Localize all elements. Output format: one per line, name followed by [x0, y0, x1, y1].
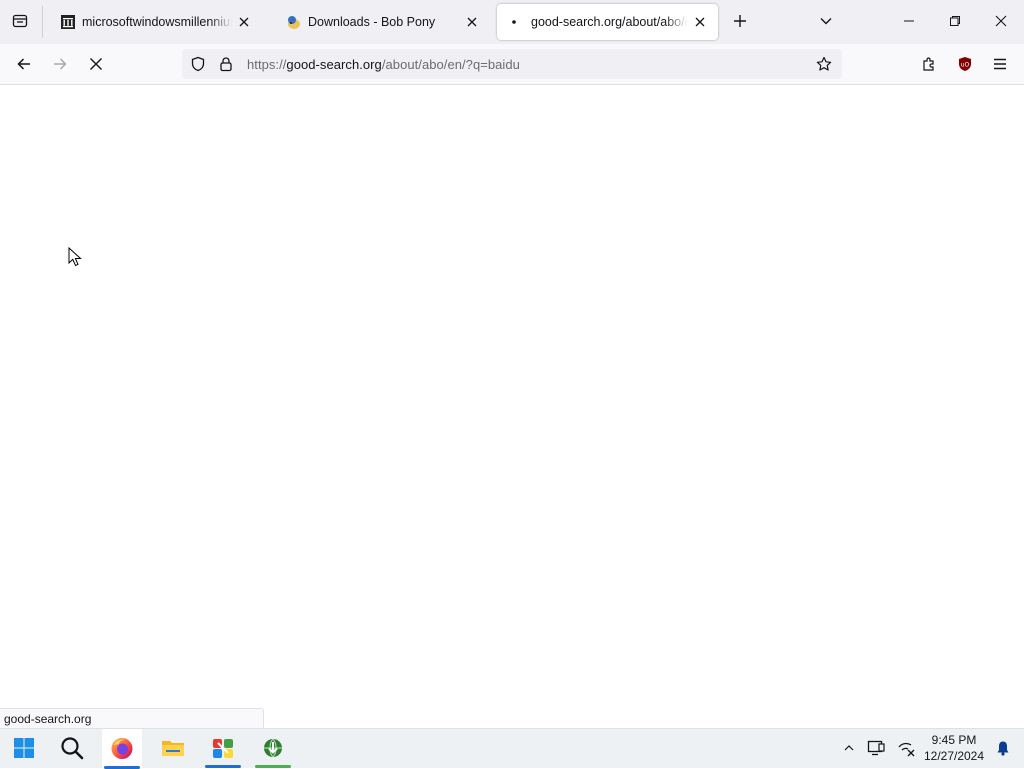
- tab-title: good-search.org/about/abo/en: [531, 15, 688, 29]
- notifications-button[interactable]: [992, 729, 1014, 769]
- tab-good-search[interactable]: good-search.org/about/abo/en: [497, 4, 718, 40]
- address-bar[interactable]: https://good-search.org/about/abo/en/?q=…: [182, 49, 842, 79]
- archive-building-icon: [60, 14, 76, 30]
- close-tab-icon[interactable]: [690, 12, 710, 32]
- taskbar-firefox[interactable]: [102, 729, 142, 769]
- list-all-tabs-button[interactable]: [812, 8, 840, 36]
- firefox-icon: [110, 736, 134, 763]
- ublock-origin-button[interactable]: uO: [950, 50, 980, 80]
- status-bar-url: good-search.org: [0, 708, 264, 728]
- firefox-view-icon: [12, 13, 28, 32]
- extensions-button[interactable]: [914, 50, 944, 80]
- page-content: [0, 86, 1024, 728]
- back-button[interactable]: [9, 50, 39, 80]
- tray-network-button[interactable]: [894, 729, 918, 769]
- minimize-button[interactable]: [886, 0, 932, 44]
- windows-taskbar: 9:45 PM 12/27/2024: [0, 728, 1024, 769]
- restore-button[interactable]: [932, 0, 978, 44]
- bookmark-star-icon[interactable]: [812, 52, 836, 76]
- monitor-icon: [867, 739, 885, 760]
- hamburger-menu-icon: [992, 56, 1008, 75]
- taskbar-app-5[interactable]: [253, 729, 293, 769]
- url-scheme: https://: [247, 56, 287, 72]
- new-tab-button[interactable]: [726, 8, 754, 36]
- tab-archive[interactable]: microsoftwindowsmillenniumb: [48, 4, 262, 40]
- bell-icon: [995, 740, 1011, 759]
- folder-icon: [161, 737, 185, 762]
- tab-separator: [42, 6, 43, 38]
- taskbar-clock[interactable]: 9:45 PM 12/27/2024: [920, 732, 988, 764]
- show-hidden-icons-button[interactable]: [838, 729, 860, 769]
- close-window-button[interactable]: [978, 0, 1024, 44]
- tab-strip: microsoftwindowsmillenniumb Downloads - …: [0, 0, 1024, 44]
- arrow-right-icon: [52, 56, 68, 75]
- loading-dot-icon: [509, 14, 525, 30]
- tab-title: Downloads - Bob Pony: [308, 15, 436, 29]
- arrow-left-icon: [16, 56, 32, 75]
- search-icon: [60, 736, 84, 763]
- stop-icon: [89, 57, 103, 74]
- url-text[interactable]: https://good-search.org/about/abo/en/?q=…: [247, 57, 520, 72]
- forward-button[interactable]: [45, 50, 75, 80]
- app-menu-button[interactable]: [985, 50, 1015, 80]
- mouse-cursor-icon: [68, 246, 82, 267]
- lock-icon[interactable]: [214, 52, 238, 76]
- tracking-protection-shield-icon[interactable]: [186, 52, 210, 76]
- close-tab-icon[interactable]: [462, 12, 482, 32]
- network-disconnected-icon: [897, 739, 915, 760]
- svg-text:uO: uO: [961, 61, 970, 68]
- puzzle-piece-icon: [921, 56, 937, 75]
- plus-icon: [733, 14, 747, 31]
- pony-icon: [286, 14, 302, 30]
- firefox-view-button[interactable]: [6, 8, 34, 36]
- close-icon: [995, 15, 1007, 30]
- url-path: /about/abo/en/?q=baidu: [381, 56, 520, 72]
- clock-time: 9:45 PM: [931, 733, 977, 747]
- tray-display-icon-button[interactable]: [864, 729, 888, 769]
- taskbar-file-explorer[interactable]: [153, 729, 193, 769]
- start-button[interactable]: [4, 729, 44, 769]
- app-tiles-icon: [211, 736, 235, 763]
- tab-downloads[interactable]: Downloads - Bob Pony: [274, 4, 490, 40]
- ublock-shield-icon: uO: [957, 56, 973, 75]
- stop-button[interactable]: [81, 50, 111, 80]
- url-domain: good-search.org: [286, 56, 382, 72]
- chevron-up-icon: [843, 742, 855, 757]
- close-tab-icon[interactable]: [234, 12, 254, 32]
- navigation-toolbar: https://good-search.org/about/abo/en/?q=…: [0, 44, 1024, 85]
- chevron-down-icon: [819, 14, 833, 31]
- tab-title: microsoftwindowsmillenniumb: [82, 15, 232, 29]
- restore-icon: [949, 15, 961, 30]
- windows-logo-icon: [13, 737, 35, 762]
- clock-date: 12/27/2024: [923, 749, 985, 763]
- taskbar-app-4[interactable]: [203, 729, 243, 769]
- minimize-icon: [903, 15, 915, 30]
- download-manager-globe-icon: [261, 736, 285, 763]
- taskbar-search-button[interactable]: [52, 729, 92, 769]
